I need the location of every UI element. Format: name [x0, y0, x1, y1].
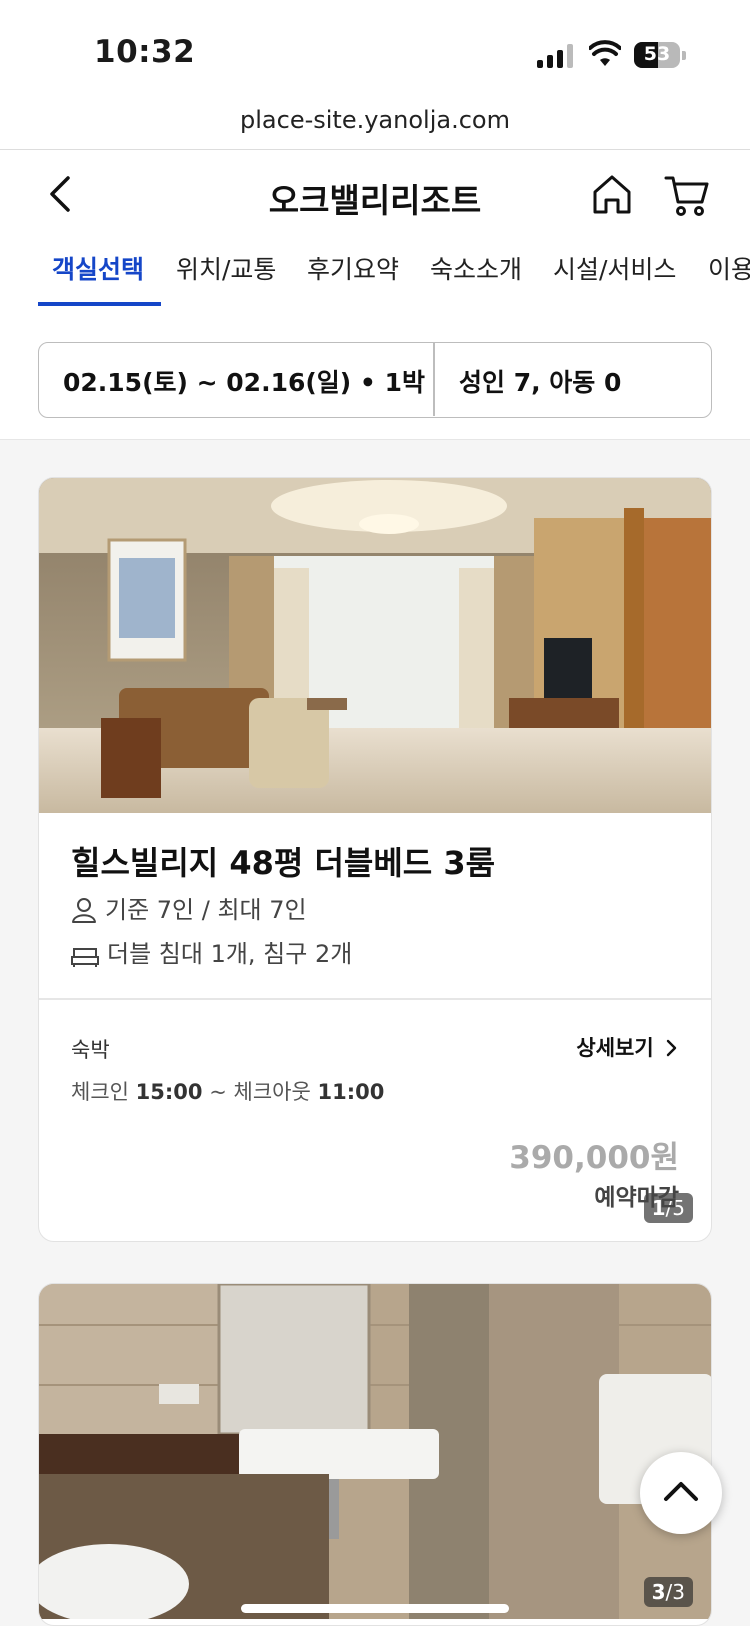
tab-facilities[interactable]: 시설/서비스 [553, 250, 676, 308]
room-name: 힐스빌리지 48평 더블베드 3룸 [71, 844, 496, 882]
page-header: 오크밸리리조트 객실선택 위치/교통 후기요약 숙소소개 시설/서비스 이용 0… [0, 150, 750, 440]
tab-location[interactable]: 위치/교통 [176, 250, 276, 308]
url-text: place-site.yanolja.com [240, 106, 510, 134]
booking-status: 예약마감 [594, 1185, 679, 1211]
wifi-icon [589, 40, 621, 66]
check-times: 체크인 15:00 ~ 체크아웃 11:00 [71, 1080, 385, 1104]
room-photo-bathroom[interactable] [39, 1284, 712, 1619]
tab-bar: 객실선택 위치/교통 후기요약 숙소소개 시설/서비스 이용 [0, 250, 750, 308]
tab-about[interactable]: 숙소소개 [430, 250, 522, 308]
guest-selector[interactable]: 성인 7, 아동 0 [459, 363, 621, 399]
home-icon[interactable] [590, 172, 634, 216]
room-price: 390,000원 [509, 1140, 679, 1176]
tab-review-summary[interactable]: 후기요약 [307, 250, 399, 308]
cellular-signal-icon [537, 44, 573, 68]
room-card[interactable]: 3/3 [38, 1283, 712, 1626]
search-conditions: 02.15(토) ~ 02.16(일) • 1박 성인 7, 아동 0 [38, 342, 712, 418]
stay-type-label: 숙박 [71, 1038, 110, 1062]
checkout-time: 11:00 [317, 1080, 385, 1104]
battery-icon: 53 [634, 42, 686, 68]
room-photo-living-room[interactable] [39, 478, 712, 813]
divider [433, 343, 435, 416]
tab-active-indicator [38, 302, 161, 306]
status-bar: 10:32 53 [0, 0, 750, 100]
beds-text: 더블 침대 1개, 침구 2개 [107, 940, 353, 968]
page-title: 오크밸리리조트 [268, 181, 482, 220]
chevron-up-icon [664, 1482, 698, 1501]
detail-label: 상세보기 [576, 1036, 654, 1060]
capacity-text: 기준 7인 / 최대 7인 [105, 896, 307, 924]
divider [39, 998, 711, 1000]
tab-room-select[interactable]: 객실선택 [52, 250, 144, 308]
scroll-top-button[interactable] [640, 1452, 722, 1534]
home-indicator [241, 1604, 509, 1613]
room-capacity: 기준 7인 / 최대 7인 [71, 890, 307, 925]
detail-link[interactable]: 상세보기 [576, 1032, 679, 1062]
url-bar[interactable]: place-site.yanolja.com [0, 100, 750, 150]
chevron-right-icon [666, 1039, 677, 1057]
date-selector[interactable]: 02.15(토) ~ 02.16(일) • 1박 [63, 363, 425, 399]
tab-usage[interactable]: 이용 [708, 250, 750, 308]
person-icon [72, 898, 96, 923]
room-card[interactable]: 1/5 힐스빌리지 48평 더블베드 3룸 기준 7인 / 최대 7인 더블 침… [38, 477, 712, 1242]
checkin-time: 15:00 [135, 1080, 203, 1104]
status-time: 10:32 [94, 34, 196, 70]
battery-percent: 53 [643, 43, 671, 65]
room-beds: 더블 침대 1개, 침구 2개 [71, 934, 352, 969]
cart-icon[interactable] [664, 172, 710, 218]
photo-counter: 3/3 [643, 1577, 693, 1607]
bed-icon [71, 948, 99, 967]
